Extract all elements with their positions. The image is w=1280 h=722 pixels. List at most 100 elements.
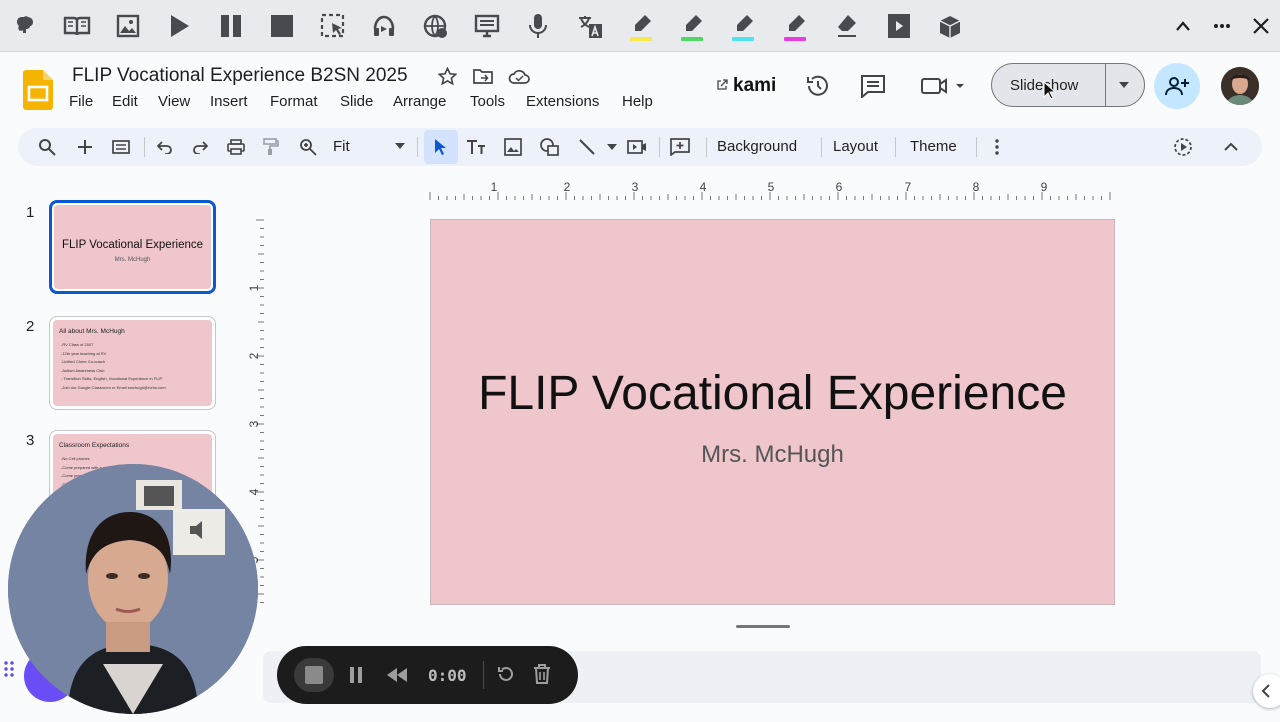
line-dropdown-icon[interactable] [607, 144, 617, 150]
shape-icon[interactable] [539, 136, 561, 158]
slide-number: 2 [26, 318, 35, 335]
menu-edit[interactable]: Edit [112, 93, 138, 110]
thumbnail-title: FLIP Vocational Experience [61, 239, 204, 251]
stop-icon[interactable] [267, 11, 297, 41]
more-icon[interactable] [1207, 11, 1237, 41]
chevron-down-icon[interactable] [1119, 82, 1129, 88]
theme-button[interactable]: Theme [910, 138, 957, 155]
slide-canvas[interactable]: FLIP Vocational Experience Mrs. McHugh [430, 219, 1115, 605]
redo-icon[interactable] [189, 136, 211, 158]
kami-link[interactable]: kami [733, 75, 776, 97]
box-icon[interactable] [935, 11, 965, 41]
zoom-select[interactable]: Fit [333, 138, 350, 155]
select-region-icon[interactable] [318, 11, 348, 41]
zoom-dropdown-icon[interactable] [395, 143, 405, 149]
menu-insert[interactable]: Insert [210, 93, 248, 110]
line-icon[interactable] [576, 136, 598, 158]
slide-thumbnail-1[interactable]: FLIP Vocational Experience Mrs. McHugh [49, 200, 216, 294]
toolbar-divider [976, 137, 977, 157]
select-tool-button[interactable] [424, 130, 458, 164]
avatar[interactable] [1221, 67, 1259, 105]
thumbnail-bullets: -RV Class of 2007 -12th year teaching at… [61, 342, 166, 390]
paint-format-icon[interactable] [260, 136, 282, 158]
slide-layout-icon[interactable] [110, 136, 132, 158]
slides-logo-icon[interactable] [23, 70, 53, 110]
highlighter-cyan-icon[interactable] [729, 11, 759, 41]
search-menus-icon[interactable] [36, 136, 58, 158]
display-icon[interactable] [472, 11, 502, 41]
slide-subtitle[interactable]: Mrs. McHugh [431, 441, 1114, 469]
insert-image-icon[interactable] [502, 136, 524, 158]
editing-toolbar: Fit Background Layout Theme [18, 128, 1262, 166]
highlighter-magenta-icon[interactable] [781, 11, 811, 41]
background-button[interactable]: Background [717, 138, 797, 155]
recorder-divider [483, 661, 484, 689]
recording-timer: 0:00 [428, 666, 467, 685]
collapse-toolbar-icon[interactable] [1220, 136, 1242, 158]
add-comment-icon[interactable] [669, 136, 691, 158]
menu-tools[interactable]: Tools [470, 93, 505, 110]
horizontal-ruler: 1 2 3 4 5 6 7 8 9 [429, 180, 1111, 200]
ruler-label: 9 [1041, 180, 1048, 194]
slide-title[interactable]: FLIP Vocational Experience [431, 366, 1114, 421]
meet-camera-button[interactable] [918, 71, 968, 101]
toolbar-divider [659, 137, 660, 157]
new-slide-icon[interactable] [74, 136, 96, 158]
translate-globe-icon[interactable] [420, 11, 450, 41]
move-folder-icon[interactable] [473, 68, 493, 84]
text-box-icon[interactable] [465, 136, 487, 158]
menu-extensions[interactable]: Extensions [526, 93, 599, 110]
ruler-label: 3 [247, 420, 261, 427]
layout-button[interactable]: Layout [833, 138, 878, 155]
zoom-icon[interactable] [297, 136, 319, 158]
stop-recording-button[interactable] [294, 658, 334, 692]
pause-recording-icon[interactable] [349, 667, 363, 683]
rewind-icon[interactable] [386, 668, 408, 682]
drag-handle-icon[interactable] [3, 660, 19, 678]
restart-icon[interactable] [497, 665, 515, 683]
listen-icon[interactable] [369, 11, 399, 41]
pause-icon[interactable] [216, 11, 246, 41]
chevron-up-icon[interactable] [1168, 11, 1198, 41]
more-options-icon[interactable] [986, 136, 1008, 158]
menu-slide[interactable]: Slide [340, 93, 373, 110]
close-icon[interactable] [1246, 11, 1276, 41]
eraser-icon[interactable] [832, 11, 862, 41]
star-icon[interactable] [438, 67, 457, 86]
thumbnail-title: Classroom Expectations [59, 442, 130, 449]
toolbar-divider [895, 137, 896, 157]
comments-icon[interactable] [858, 71, 888, 101]
menu-file[interactable]: File [69, 93, 93, 110]
menu-view[interactable]: View [158, 93, 190, 110]
play-icon[interactable] [164, 11, 194, 41]
brain-icon[interactable] [11, 11, 41, 41]
undo-icon[interactable] [154, 136, 176, 158]
print-icon[interactable] [225, 136, 247, 158]
document-title[interactable]: FLIP Vocational Experience B2SN 2025 [72, 65, 408, 87]
external-link-icon [716, 79, 728, 91]
highlighter-yellow-icon[interactable] [627, 11, 657, 41]
thumbnail-title: All about Mrs. McHugh [59, 328, 125, 335]
slideshow-button[interactable]: Slideshow [991, 63, 1145, 107]
thumbnail-subtitle: Mrs. McHugh [114, 257, 151, 263]
menu-arrange[interactable]: Arrange [393, 93, 446, 110]
highlight-color-swatch [784, 37, 806, 41]
slide-thumbnail-2[interactable]: All about Mrs. McHugh -RV Class of 2007 … [49, 316, 216, 410]
motion-icon[interactable] [1172, 136, 1194, 158]
speaker-notes-handle[interactable] [736, 625, 790, 628]
ruler-label: 1 [247, 284, 261, 291]
side-panel-toggle[interactable] [1253, 674, 1280, 708]
delete-recording-icon[interactable] [533, 664, 551, 684]
book-icon[interactable] [62, 11, 92, 41]
image-icon[interactable] [113, 11, 143, 41]
language-icon[interactable] [575, 11, 605, 41]
version-history-icon[interactable] [803, 71, 833, 101]
microphone-icon[interactable] [523, 11, 553, 41]
insert-video-icon[interactable] [626, 136, 648, 158]
video-icon[interactable] [884, 11, 914, 41]
toolbar-divider [417, 137, 418, 157]
menu-help[interactable]: Help [622, 93, 653, 110]
menu-format[interactable]: Format [270, 93, 318, 110]
highlighter-green-icon[interactable] [678, 11, 708, 41]
share-button[interactable] [1154, 63, 1200, 109]
